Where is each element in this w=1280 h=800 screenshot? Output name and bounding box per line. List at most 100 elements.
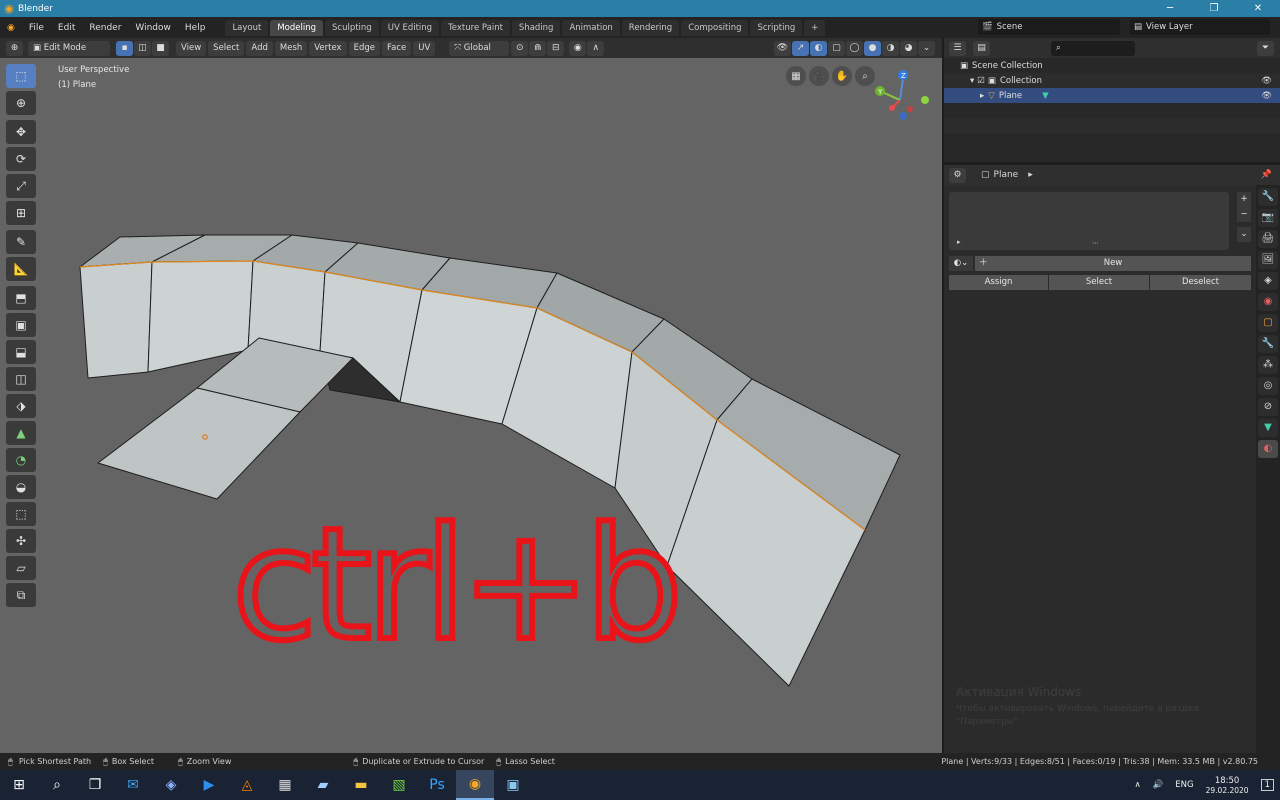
annotate-icon[interactable]: ✎ <box>6 230 36 254</box>
gizmo-x-neg[interactable] <box>889 105 895 111</box>
shading-options-icon[interactable]: ⌄ <box>918 40 935 56</box>
tab-layout[interactable]: Layout <box>225 19 269 36</box>
remove-slot-button[interactable]: − <box>1237 207 1251 222</box>
transform-icon[interactable]: ⊞ <box>6 201 36 225</box>
object-tab-icon[interactable]: ▢ <box>1258 314 1278 332</box>
green-app-icon[interactable]: ▧ <box>380 770 418 800</box>
snap-target-icon[interactable]: ⊟ <box>547 40 565 56</box>
tab-compositing[interactable]: Compositing <box>681 19 749 36</box>
notification-icon[interactable]: 1 <box>1260 779 1274 791</box>
physics-tab-icon[interactable]: ◎ <box>1258 377 1278 395</box>
select-box-icon[interactable]: ⬚ <box>6 64 36 88</box>
xray-icon[interactable]: ▢ <box>828 40 845 56</box>
visibility-eye-icon[interactable]: 👁 <box>1261 76 1272 86</box>
calculator-icon[interactable]: ▦ <box>266 770 304 800</box>
scale-icon[interactable]: ⤢ <box>6 174 36 198</box>
menu-view[interactable]: View <box>176 40 207 56</box>
search-icon[interactable]: ⌕ <box>38 770 76 800</box>
view-layer-tab-icon[interactable]: 🖼 <box>1258 251 1278 269</box>
gizmo-neg-y[interactable] <box>921 96 929 104</box>
render-tab-icon[interactable]: 📷 <box>1258 209 1278 227</box>
visibility-eye-icon[interactable]: 👁 <box>1261 91 1272 101</box>
outliner-row-scene-collection[interactable]: ▣ Scene Collection <box>944 58 1280 73</box>
mode-dropdown[interactable]: ▣ Edit Mode <box>28 40 110 56</box>
tab-shading[interactable]: Shading <box>511 19 561 36</box>
menu-uv[interactable]: UV <box>413 40 436 56</box>
tool-tab-icon[interactable]: 🔧 <box>1258 188 1278 206</box>
loop-cut-icon[interactable]: ◫ <box>6 367 36 391</box>
maximize-button[interactable]: ❐ <box>1192 3 1236 14</box>
menu-edge[interactable]: Edge <box>348 40 380 56</box>
visibility-icon[interactable]: 👁 <box>774 40 791 56</box>
wireframe-shading-icon[interactable]: ◯ <box>846 40 863 56</box>
overlay-toggle-icon[interactable]: ◐ <box>810 40 827 56</box>
menu-select[interactable]: Select <box>208 40 245 56</box>
menu-edit[interactable]: Edit <box>51 23 82 33</box>
spin-icon[interactable]: ◔ <box>6 448 36 472</box>
proportional-edit-icon[interactable]: ◉ <box>569 40 587 56</box>
outliner-search-input[interactable]: ⌕ <box>1051 40 1135 56</box>
blender-menu-icon[interactable]: ◉ <box>0 23 22 33</box>
gizmo-toggle-icon[interactable]: ↗ <box>792 40 809 56</box>
add-slot-button[interactable]: + <box>1237 192 1251 207</box>
modifier-tab-icon[interactable]: 🔧 <box>1258 335 1278 353</box>
volume-icon[interactable]: 🔊 <box>1153 780 1164 790</box>
tab-scripting[interactable]: Scripting <box>750 19 803 36</box>
file-explorer-icon[interactable]: ▬ <box>342 770 380 800</box>
smooth-icon[interactable]: ◒ <box>6 475 36 499</box>
pin-icon[interactable]: 📌 <box>1261 170 1272 180</box>
menu-window[interactable]: Window <box>128 23 178 33</box>
material-tab-icon[interactable]: ◐ <box>1258 440 1278 458</box>
gizmo-neg-z[interactable] <box>899 112 907 120</box>
rotate-icon[interactable]: ⟳ <box>6 147 36 171</box>
media-player-icon[interactable]: ▶ <box>190 770 228 800</box>
app-icon[interactable]: ◈ <box>152 770 190 800</box>
slot-specials-icon[interactable]: ⌄ <box>1237 227 1251 242</box>
snap-icon[interactable]: ⋒ <box>529 40 547 56</box>
vertex-select-icon[interactable]: ▪ <box>116 40 133 56</box>
output-tab-icon[interactable]: 🖨 <box>1258 230 1278 248</box>
constraints-tab-icon[interactable]: ⊘ <box>1258 398 1278 416</box>
close-button[interactable]: ✕ <box>1236 3 1280 14</box>
tab-sculpting[interactable]: Sculpting <box>325 19 379 36</box>
tray-chevron-icon[interactable]: ∧ <box>1134 780 1140 790</box>
menu-help[interactable]: Help <box>178 23 213 33</box>
knife-icon[interactable]: ⬗ <box>6 394 36 418</box>
orientation-gizmo[interactable]: Z Y <box>870 66 934 128</box>
inset-icon[interactable]: ▣ <box>6 313 36 337</box>
photos-icon[interactable]: ▣ <box>494 770 532 800</box>
language-indicator[interactable]: ENG <box>1175 780 1193 790</box>
pivot-point-icon[interactable]: ⊙ <box>511 40 529 56</box>
scene-tab-icon[interactable]: ◈ <box>1258 272 1278 290</box>
falloff-icon[interactable]: ∧ <box>587 40 605 56</box>
face-select-icon[interactable]: ■ <box>152 40 169 56</box>
properties-editor-icon[interactable]: ⚙ <box>949 167 966 183</box>
outliner-editor-icon[interactable]: ☰ <box>949 40 966 56</box>
clock[interactable]: 18:50 29.02.2020 <box>1206 776 1249 795</box>
outliner-row-plane[interactable]: ▸ ▽ Plane ▼ 👁 <box>944 88 1280 103</box>
mesh-data-icon[interactable]: ▼ <box>1042 91 1049 101</box>
edge-slide-icon[interactable]: ⬚ <box>6 502 36 526</box>
minimize-button[interactable]: ─ <box>1148 3 1192 14</box>
start-windows-icon[interactable]: ⊞ <box>0 770 38 800</box>
shear-icon[interactable]: ▱ <box>6 556 36 580</box>
3d-viewport[interactable]: ctrl+b User Perspective (1) Plane ▦ 🎥 ✋ … <box>0 58 942 753</box>
expand-arrow-icon[interactable]: ▸ <box>957 238 961 246</box>
photoshop-icon[interactable]: Ps <box>418 770 456 800</box>
editor-type-icon[interactable]: ⊕ <box>6 40 23 56</box>
rip-region-icon[interactable]: ⧉ <box>6 583 36 607</box>
pan-hand-icon[interactable]: ✋ <box>832 66 852 86</box>
gizmo-x-pos[interactable] <box>907 106 913 112</box>
tab-texture-paint[interactable]: Texture Paint <box>441 19 510 36</box>
shrink-fatten-icon[interactable]: ✣ <box>6 529 36 553</box>
mesh-data-tab-icon[interactable]: ▼ <box>1258 419 1278 437</box>
move-icon[interactable]: ✥ <box>6 120 36 144</box>
outliner-row-collection[interactable]: ▾ ☑ ▣ Collection 👁 <box>944 73 1280 88</box>
checkbox-icon[interactable]: ☑ <box>977 76 985 86</box>
view-layer-selector[interactable]: ▤ View Layer <box>1130 19 1270 35</box>
toggle-ortho-icon[interactable]: ▦ <box>786 66 806 86</box>
tab-animation[interactable]: Animation <box>562 19 620 36</box>
edge-select-icon[interactable]: ◫ <box>134 40 151 56</box>
deselect-button[interactable]: Deselect <box>1150 275 1251 290</box>
poly-build-icon[interactable]: ▲ <box>6 421 36 445</box>
